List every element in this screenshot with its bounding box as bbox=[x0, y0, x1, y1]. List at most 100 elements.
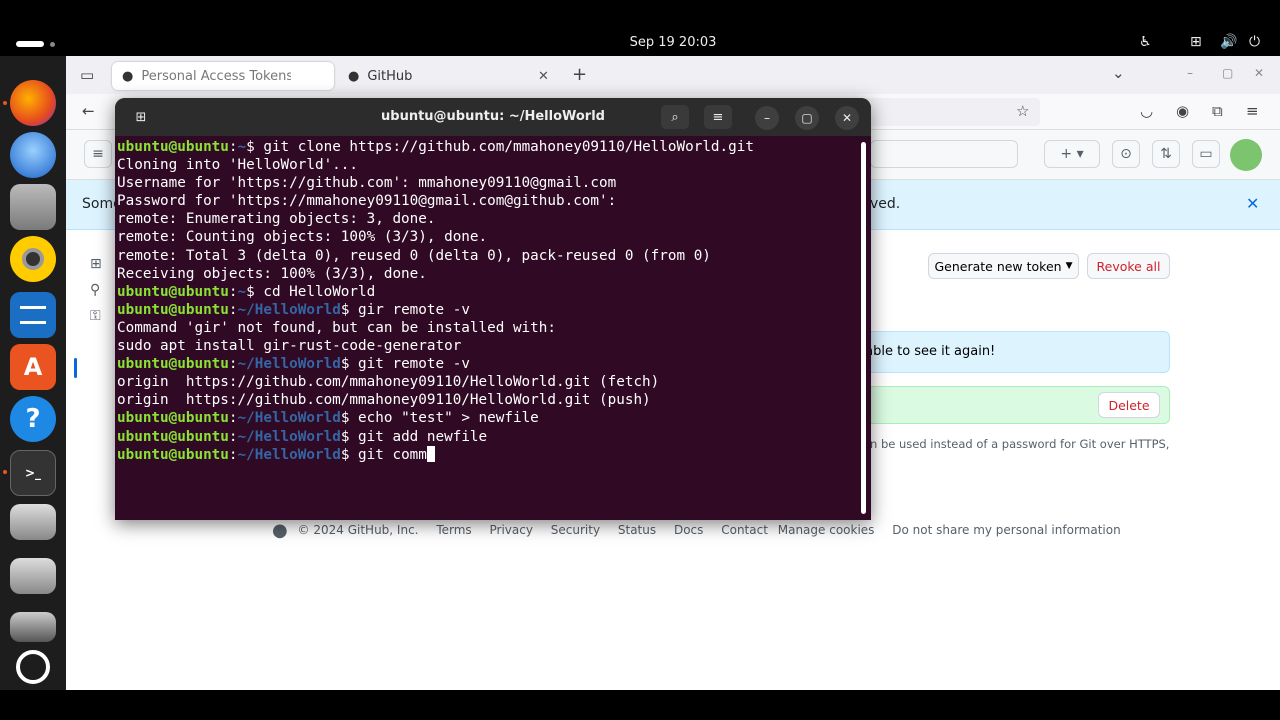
token-row: Delete bbox=[842, 386, 1170, 424]
volume-icon[interactable]: 🔊 bbox=[1220, 34, 1237, 50]
terminal-output[interactable]: ubuntu@ubuntu:~$ git clone https://githu… bbox=[117, 138, 857, 518]
minimize-icon[interactable]: – bbox=[1187, 66, 1193, 80]
caret-down-icon: ▼ bbox=[1065, 261, 1073, 271]
prompt-path: ~ bbox=[237, 283, 247, 300]
footer-link-status[interactable]: Status bbox=[618, 523, 656, 537]
output-text: remote: Total 3 (delta 0), reused 0 (del… bbox=[117, 247, 711, 264]
terminal-prompt-line: ubuntu@ubuntu:~/HelloWorld$ echo "test" … bbox=[117, 410, 539, 427]
help-icon[interactable]: ? bbox=[10, 396, 56, 442]
hamburger-menu-icon[interactable]: ≡ bbox=[84, 140, 112, 168]
revoke-all-button[interactable]: Revoke all bbox=[1087, 253, 1170, 279]
accessibility-icon[interactable]: ♿ bbox=[1139, 34, 1152, 50]
command-text: gir remote -v bbox=[358, 301, 470, 318]
tab-personal-access-tokens[interactable]: ● Personal Access Tokens ( bbox=[112, 62, 334, 90]
close-tab-icon[interactable]: ✕ bbox=[538, 69, 549, 84]
tab-title: Personal Access Tokens ( bbox=[141, 68, 292, 84]
clock[interactable]: Sep 19 20:03 bbox=[0, 35, 1280, 50]
writer-icon[interactable] bbox=[10, 292, 56, 338]
pull-requests-icon[interactable]: ⇅ bbox=[1152, 140, 1180, 168]
drive-icon[interactable] bbox=[10, 612, 56, 642]
github-icon: ● bbox=[122, 68, 134, 84]
command-text: git add newfile bbox=[358, 428, 488, 445]
output-text: remote: Counting objects: 100% (3/3), do… bbox=[117, 229, 488, 246]
firefox-icon[interactable] bbox=[10, 80, 56, 126]
footer-link-do-not-share[interactable]: Do not share my personal information bbox=[892, 523, 1120, 537]
inbox-icon[interactable]: ▭ bbox=[1192, 140, 1220, 168]
maximize-icon[interactable]: ▢ bbox=[795, 106, 819, 130]
command-text: cd HelloWorld bbox=[263, 283, 376, 300]
running-indicator bbox=[3, 470, 7, 474]
new-tab-icon[interactable]: + bbox=[572, 64, 587, 85]
output-text: Cloning into 'HelloWorld'... bbox=[117, 157, 359, 174]
generate-new-token-button[interactable]: Generate new token ▼ bbox=[928, 253, 1079, 279]
scrollbar[interactable] bbox=[861, 142, 866, 514]
prompt-user: ubuntu@ubuntu bbox=[117, 283, 229, 300]
network-icon[interactable]: ⊞ bbox=[1190, 34, 1202, 50]
footer-link-terms[interactable]: Terms bbox=[436, 523, 471, 537]
info-text: n be used instead of a password for Git … bbox=[870, 437, 1170, 451]
terminal-window[interactable]: ⊞ ubuntu@ubuntu: ~/HelloWorld ⌕ ≡ – ▢ ✕ … bbox=[115, 98, 871, 520]
pocket-icon[interactable]: ◡ bbox=[1140, 102, 1153, 120]
output-text: origin https://github.com/mmahoney09110/… bbox=[117, 374, 660, 391]
command-text: git comm bbox=[358, 446, 427, 463]
generate-token-label: Generate new token bbox=[934, 258, 1062, 274]
footer-link-manage-cookies[interactable]: Manage cookies bbox=[778, 523, 875, 537]
minimize-icon[interactable]: – bbox=[755, 106, 779, 130]
tab-github[interactable]: ● GitHub ✕ bbox=[344, 62, 554, 90]
avatar[interactable] bbox=[1230, 139, 1262, 171]
maximize-icon[interactable]: ▢ bbox=[1222, 66, 1233, 80]
prompt-user: ubuntu@ubuntu bbox=[117, 139, 229, 155]
close-window-icon[interactable]: ✕ bbox=[1254, 66, 1264, 80]
terminal-output-line: Username for 'https://github.com': mmaho… bbox=[117, 174, 857, 192]
search-input[interactable] bbox=[870, 140, 1018, 168]
bookmark-star-icon[interactable]: ☆ bbox=[1016, 102, 1029, 120]
footer-link-docs[interactable]: Docs bbox=[674, 523, 703, 537]
prompt-path: ~/HelloWorld bbox=[237, 428, 341, 445]
github-icon: ● bbox=[348, 68, 360, 84]
account-icon[interactable]: ◉ bbox=[1176, 102, 1189, 120]
key-icon[interactable]: ⚿ bbox=[90, 308, 101, 324]
app-center-icon[interactable]: A bbox=[10, 344, 56, 390]
create-new-button[interactable]: + ▾ bbox=[1044, 140, 1100, 168]
terminal-icon[interactable]: >_ bbox=[10, 450, 56, 496]
thunderbird-icon[interactable] bbox=[10, 132, 56, 178]
tab-strip: ▭ ● Personal Access Tokens ( ● GitHub ✕ … bbox=[66, 56, 1280, 94]
chevron-down-icon[interactable]: ⌄ bbox=[1112, 64, 1125, 82]
tab-list-icon[interactable]: ▭ bbox=[80, 66, 94, 84]
person-icon[interactable]: ⚲ bbox=[90, 282, 100, 298]
apps-icon[interactable]: ⊞ bbox=[90, 256, 102, 272]
drive-icon[interactable] bbox=[10, 558, 56, 594]
prompt-user: ubuntu@ubuntu bbox=[117, 356, 229, 373]
footer-link-contact[interactable]: Contact bbox=[721, 523, 768, 537]
footer-link-privacy[interactable]: Privacy bbox=[489, 523, 532, 537]
terminal-prompt-line: ubuntu@ubuntu:~/HelloWorld$ gir remote -… bbox=[117, 301, 470, 318]
ubuntu-logo-icon[interactable] bbox=[16, 650, 50, 684]
power-icon[interactable]: ⏻ bbox=[1249, 34, 1260, 50]
terminal-output-line: Receiving objects: 100% (3/3), done. bbox=[117, 265, 857, 283]
rhythmbox-icon[interactable] bbox=[10, 236, 56, 282]
prompt-path: ~/HelloWorld bbox=[237, 446, 341, 463]
menu-icon[interactable]: ≡ bbox=[704, 105, 732, 129]
close-icon[interactable]: ✕ bbox=[835, 106, 859, 130]
extensions-icon[interactable]: ⧉ bbox=[1212, 102, 1223, 120]
terminal-output-line: remote: Total 3 (delta 0), reused 0 (del… bbox=[117, 247, 857, 265]
text-cursor bbox=[426, 445, 435, 462]
prompt-path: ~/HelloWorld bbox=[237, 356, 341, 373]
active-nav-indicator bbox=[74, 358, 77, 378]
output-text: origin https://github.com/mmahoney09110/… bbox=[117, 392, 651, 409]
running-indicator bbox=[3, 101, 7, 105]
delete-button[interactable]: Delete bbox=[1098, 392, 1160, 418]
back-icon[interactable]: ← bbox=[82, 102, 95, 120]
terminal-prompt-line: ubuntu@ubuntu:~$ git clone https://githu… bbox=[117, 139, 754, 155]
files-icon[interactable] bbox=[10, 184, 56, 230]
menu-icon[interactable]: ≡ bbox=[1246, 102, 1259, 120]
footer-link-security[interactable]: Security bbox=[551, 523, 600, 537]
drive-icon[interactable] bbox=[10, 504, 56, 540]
output-text: Password for 'https://mmahoney09110@gmai… bbox=[117, 193, 617, 210]
issues-icon[interactable]: ⊙ bbox=[1112, 140, 1140, 168]
prompt-user: ubuntu@ubuntu bbox=[117, 301, 229, 318]
search-icon[interactable]: ⌕ bbox=[661, 105, 689, 129]
terminal-output-line: origin https://github.com/mmahoney09110/… bbox=[117, 391, 857, 409]
terminal-prompt-line: ubuntu@ubuntu:~/HelloWorld$ git add newf… bbox=[117, 428, 488, 445]
close-icon[interactable]: ✕ bbox=[1246, 194, 1259, 213]
